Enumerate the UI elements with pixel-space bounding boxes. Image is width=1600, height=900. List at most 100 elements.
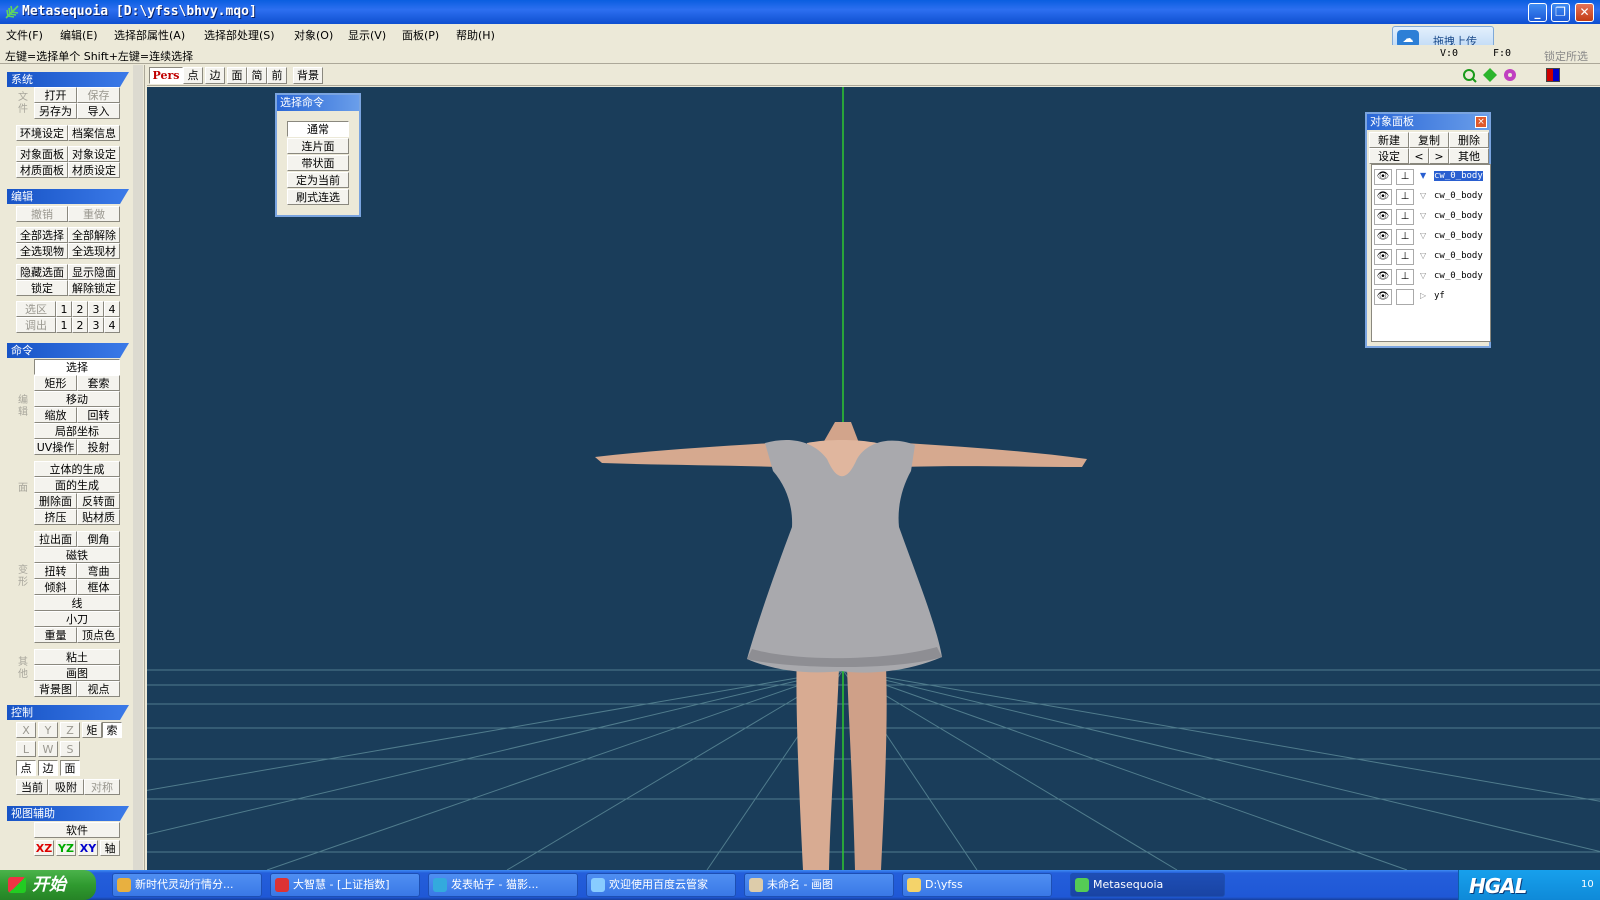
rotate-view-icon[interactable]: [1504, 69, 1516, 81]
axis-z-toggle[interactable]: Z: [60, 722, 80, 738]
current-object-toggle[interactable]: 当前: [16, 779, 48, 795]
point-mode-toggle[interactable]: 点: [16, 760, 36, 776]
menu-file[interactable]: 文件(F): [6, 27, 43, 43]
select-connected-button[interactable]: 连片面: [287, 138, 349, 154]
xz-plane-button[interactable]: XZ: [34, 840, 54, 856]
delete-object-button[interactable]: 删除: [1449, 132, 1489, 148]
front-toggle[interactable]: 前: [267, 67, 287, 84]
recall-slot-2[interactable]: 2: [72, 317, 88, 333]
move-up-button[interactable]: <: [1409, 148, 1429, 164]
paint-material-button[interactable]: 贴材质: [77, 509, 120, 525]
local-coord-button[interactable]: 局部坐标: [34, 423, 120, 439]
recall-slot-3[interactable]: 3: [88, 317, 104, 333]
expand-triangle-icon[interactable]: ▽: [1420, 211, 1426, 220]
line-button[interactable]: 线: [34, 595, 120, 611]
object-row[interactable]: 👁 ⊥ ▼ cw_0_body: [1372, 167, 1490, 187]
select-current-object-button[interactable]: 全选现物: [16, 243, 68, 259]
create-face-button[interactable]: 面的生成: [34, 477, 120, 493]
hide-faces-button[interactable]: 隐藏选面: [16, 264, 68, 280]
paint-button[interactable]: 画图: [34, 665, 120, 681]
panel-scrollbar[interactable]: [133, 65, 143, 870]
close-button[interactable]: ✕: [1575, 3, 1594, 22]
clay-button[interactable]: 粘土: [34, 649, 120, 665]
import-button[interactable]: 导入: [77, 103, 120, 119]
lock-icon[interactable]: ⊥: [1396, 189, 1414, 205]
save-button[interactable]: 保存: [77, 87, 120, 103]
lock-icon[interactable]: ⊥: [1396, 269, 1414, 285]
menu-object[interactable]: 对象(O): [294, 27, 333, 43]
symmetry-toggle[interactable]: 对称: [84, 779, 120, 795]
section-system[interactable]: 系统: [7, 72, 129, 87]
lasso-select-button[interactable]: 套索: [77, 375, 120, 391]
edge-mode-toggle[interactable]: 边: [38, 760, 58, 776]
object-row[interactable]: 👁 ▷ yf: [1372, 287, 1490, 307]
collapse-triangle-icon[interactable]: ▷: [1420, 291, 1426, 300]
task-paint[interactable]: 未命名 - 画图: [744, 873, 894, 897]
task-forum-post[interactable]: 发表帖子 - 猫影...: [428, 873, 578, 897]
lock-icon[interactable]: ⊥: [1396, 229, 1414, 245]
recall-slot-1[interactable]: 1: [56, 317, 72, 333]
selection-recall-button[interactable]: 调出: [16, 317, 56, 333]
chamfer-button[interactable]: 倒角: [77, 531, 120, 547]
background-toggle[interactable]: 背景: [293, 67, 323, 84]
material-panel-button[interactable]: 材质面板: [16, 162, 68, 178]
flip-face-button[interactable]: 反转面: [77, 493, 120, 509]
set-current-button[interactable]: 定为当前: [287, 172, 349, 188]
select-tool-button[interactable]: 选择: [34, 359, 120, 375]
project-tool-button[interactable]: 投射: [77, 439, 120, 455]
menu-help[interactable]: 帮助(H): [456, 27, 495, 43]
select-current-material-button[interactable]: 全选现材: [68, 243, 120, 259]
move-tool-button[interactable]: 移动: [34, 391, 120, 407]
magnet-button[interactable]: 磁铁: [34, 547, 120, 563]
material-settings-button[interactable]: 材质设定: [68, 162, 120, 178]
redo-button[interactable]: 重做: [68, 206, 120, 222]
env-settings-button[interactable]: 环境设定: [16, 125, 68, 141]
push-face-button[interactable]: 拉出面: [34, 531, 77, 547]
select-strip-button[interactable]: 带状面: [287, 155, 349, 171]
show-hidden-button[interactable]: 显示隐面: [68, 264, 120, 280]
background-image-button[interactable]: 背景图: [34, 681, 77, 697]
local-toggle[interactable]: L: [16, 741, 36, 757]
lock-icon[interactable]: [1396, 289, 1414, 305]
yz-plane-button[interactable]: YZ: [56, 840, 76, 856]
brush-select-button[interactable]: 刷式连选: [287, 189, 349, 205]
recall-slot-4[interactable]: 4: [104, 317, 120, 333]
object-panel-button[interactable]: 对象面板: [16, 146, 68, 162]
uv-tool-button[interactable]: UV操作: [34, 439, 77, 455]
rect-select-button[interactable]: 矩形: [34, 375, 77, 391]
viewpoint-button[interactable]: 视点: [77, 681, 120, 697]
visibility-eye-icon[interactable]: 👁: [1374, 209, 1392, 225]
menu-select-process[interactable]: 选择部处理(S): [204, 27, 275, 43]
xy-plane-button[interactable]: XY: [78, 840, 98, 856]
color-toggle-icon[interactable]: [1546, 68, 1560, 82]
bend-button[interactable]: 弯曲: [77, 563, 120, 579]
object-row[interactable]: 👁 ⊥ ▽ cw_0_body: [1372, 187, 1490, 207]
tilt-button[interactable]: 倾斜: [34, 579, 77, 595]
visibility-eye-icon[interactable]: 👁: [1374, 289, 1392, 305]
start-button[interactable]: 开始: [0, 870, 96, 900]
lock-icon[interactable]: ⊥: [1396, 169, 1414, 185]
select-normal-button[interactable]: 通常: [287, 121, 349, 137]
lock-button[interactable]: 锁定: [16, 280, 68, 296]
save-as-button[interactable]: 另存为: [34, 103, 77, 119]
world-toggle[interactable]: W: [38, 741, 58, 757]
axis-y-toggle[interactable]: Y: [38, 722, 58, 738]
visibility-eye-icon[interactable]: 👁: [1374, 189, 1392, 205]
lock-icon[interactable]: ⊥: [1396, 209, 1414, 225]
screen-toggle[interactable]: S: [60, 741, 80, 757]
lock-selected[interactable]: 锁定所选: [1544, 48, 1588, 64]
object-panel-title[interactable]: 对象面板 ×: [1367, 114, 1489, 130]
section-view-assist[interactable]: 视图辅助: [7, 806, 129, 821]
other-button[interactable]: 其他: [1449, 148, 1489, 164]
pan-icon[interactable]: [1483, 68, 1497, 82]
vertex-color-button[interactable]: 顶点色: [77, 627, 120, 643]
copy-object-button[interactable]: 复制: [1409, 132, 1449, 148]
select-command-title[interactable]: 选择命令: [277, 95, 359, 111]
menu-view[interactable]: 显示(V): [348, 27, 386, 43]
new-object-button[interactable]: 新建: [1369, 132, 1409, 148]
file-info-button[interactable]: 档案信息: [68, 125, 120, 141]
restore-button[interactable]: ❐: [1551, 3, 1570, 22]
object-row[interactable]: 👁 ⊥ ▽ cw_0_body: [1372, 267, 1490, 287]
axis-button[interactable]: 轴: [100, 840, 120, 856]
store-slot-4[interactable]: 4: [104, 301, 120, 317]
